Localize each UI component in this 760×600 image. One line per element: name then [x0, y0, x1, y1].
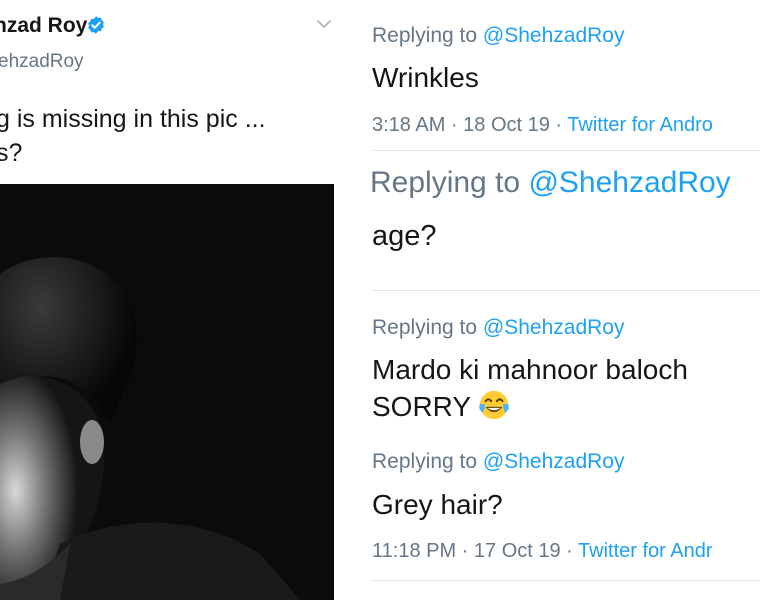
- replying-to-label: Replying to @ShehzadRoy: [370, 166, 731, 200]
- replying-to-label: Replying to @ShehzadRoy: [372, 316, 624, 340]
- client-link[interactable]: Twitter for Andr: [578, 540, 713, 562]
- reply-text: Mardo ki mahnoor baloch SORRY: [372, 352, 688, 425]
- portrait-image: [0, 184, 334, 600]
- divider-line: [372, 150, 760, 151]
- reply-text-word: SORRY: [372, 391, 472, 422]
- mention-link[interactable]: @ShehzadRoy: [528, 166, 730, 199]
- reply-text: Grey hair?: [372, 489, 503, 520]
- chevron-down-icon[interactable]: [316, 18, 332, 30]
- tweet-text-line: g is missing in this pic ...: [0, 105, 266, 133]
- reply-text-line: SORRY: [372, 388, 688, 425]
- mention-link[interactable]: @ShehzadRoy: [483, 450, 625, 473]
- panel-divider: [348, 0, 360, 600]
- tweet-text-line: s?: [0, 139, 23, 167]
- mention-link[interactable]: @ShehzadRoy: [483, 24, 625, 47]
- replying-to-prefix: Replying to: [372, 24, 483, 47]
- client-link[interactable]: Twitter for Andro: [567, 114, 713, 136]
- timestamp[interactable]: 3:18 AM · 18 Oct 19 ·: [372, 114, 567, 136]
- replying-to-prefix: Replying to: [370, 166, 529, 199]
- timestamp[interactable]: 11:18 PM · 17 Oct 19 ·: [372, 540, 578, 562]
- replying-to-prefix: Replying to: [372, 316, 483, 339]
- reply-meta: 3:18 AM · 18 Oct 19 · Twitter for Andro: [372, 114, 713, 137]
- replying-to-prefix: Replying to: [372, 450, 483, 473]
- replying-to-label: Replying to @ShehzadRoy: [372, 24, 624, 48]
- tweet-photo[interactable]: [0, 184, 334, 600]
- author-name[interactable]: hzad Roy: [0, 14, 87, 38]
- divider-line: [372, 290, 760, 291]
- replying-to-label: Replying to @ShehzadRoy: [372, 450, 624, 474]
- mention-link[interactable]: @ShehzadRoy: [483, 316, 625, 339]
- reply-text-line: Mardo ki mahnoor baloch: [372, 354, 688, 385]
- replies-list: Replying to @ShehzadRoy Wrinkles 3:18 AM…: [360, 0, 760, 600]
- author-handle[interactable]: ehzadRoy: [0, 51, 84, 73]
- reply-text: age?: [372, 220, 437, 252]
- face-with-tears-of-joy-icon: [479, 390, 509, 420]
- original-tweet: hzad Roy ehzadRoy g is missing in this p…: [0, 0, 348, 600]
- reply-text: Wrinkles: [372, 62, 479, 93]
- divider-line: [372, 580, 760, 581]
- tweet-text: g is missing in this pic ... s?: [0, 102, 341, 170]
- reply-meta: 11:18 PM · 17 Oct 19 · Twitter for Andr: [372, 540, 713, 563]
- verified-badge-icon: [88, 16, 104, 34]
